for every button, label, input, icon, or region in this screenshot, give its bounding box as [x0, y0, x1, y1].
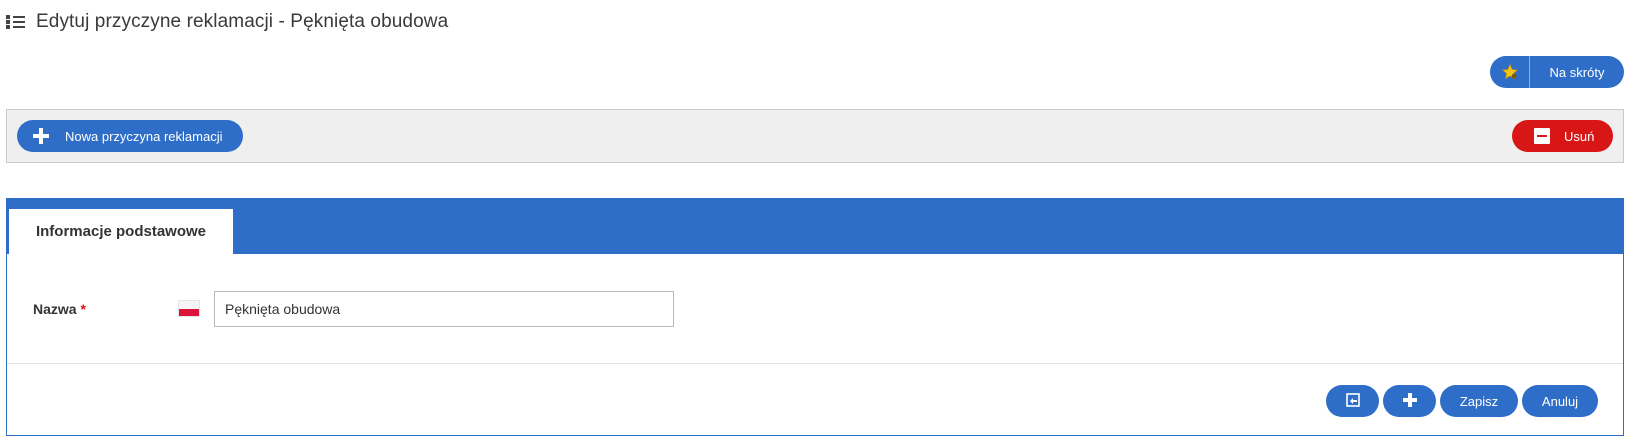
star-icon: [1490, 56, 1530, 88]
save-and-new-button[interactable]: [1383, 385, 1436, 417]
shortcuts-button[interactable]: Na skróty: [1490, 56, 1624, 88]
shortcuts-label: Na skróty: [1549, 64, 1605, 80]
divider: [7, 363, 1623, 364]
page-title: Edytuj przyczyne reklamacji - Pęknięta o…: [36, 11, 449, 32]
back-to-list-button[interactable]: [1326, 385, 1379, 417]
save-button[interactable]: Zapisz: [1440, 385, 1518, 417]
toolbar: Nowa przyczyna reklamacji Usuń: [6, 109, 1624, 163]
required-marker: *: [80, 301, 86, 317]
plus-icon: [33, 128, 49, 144]
back-to-list-icon: [1345, 392, 1360, 410]
delete-button[interactable]: Usuń: [1512, 120, 1613, 152]
name-input[interactable]: [214, 291, 674, 327]
minus-icon: [1534, 128, 1550, 144]
new-reason-label: Nowa przyczyna reklamacji: [65, 128, 223, 144]
new-reason-button[interactable]: Nowa przyczyna reklamacji: [17, 120, 243, 152]
edit-panel: Informacje podstawowe Nazwa * Zapisz Anu…: [6, 198, 1624, 436]
name-label: Nazwa *: [33, 301, 86, 317]
delete-label: Usuń: [1564, 128, 1595, 144]
name-form-row: Nazwa *: [7, 291, 1623, 327]
tab-basic-info[interactable]: Informacje podstawowe: [9, 209, 233, 254]
list-icon: [6, 14, 26, 30]
cancel-button[interactable]: Anuluj: [1522, 385, 1598, 417]
tab-bar: Informacje podstawowe: [7, 199, 1623, 254]
plus-icon: [1402, 392, 1417, 410]
page-header: Edytuj przyczyne reklamacji - Pęknięta o…: [6, 10, 448, 34]
polish-flag-icon: [178, 300, 200, 317]
